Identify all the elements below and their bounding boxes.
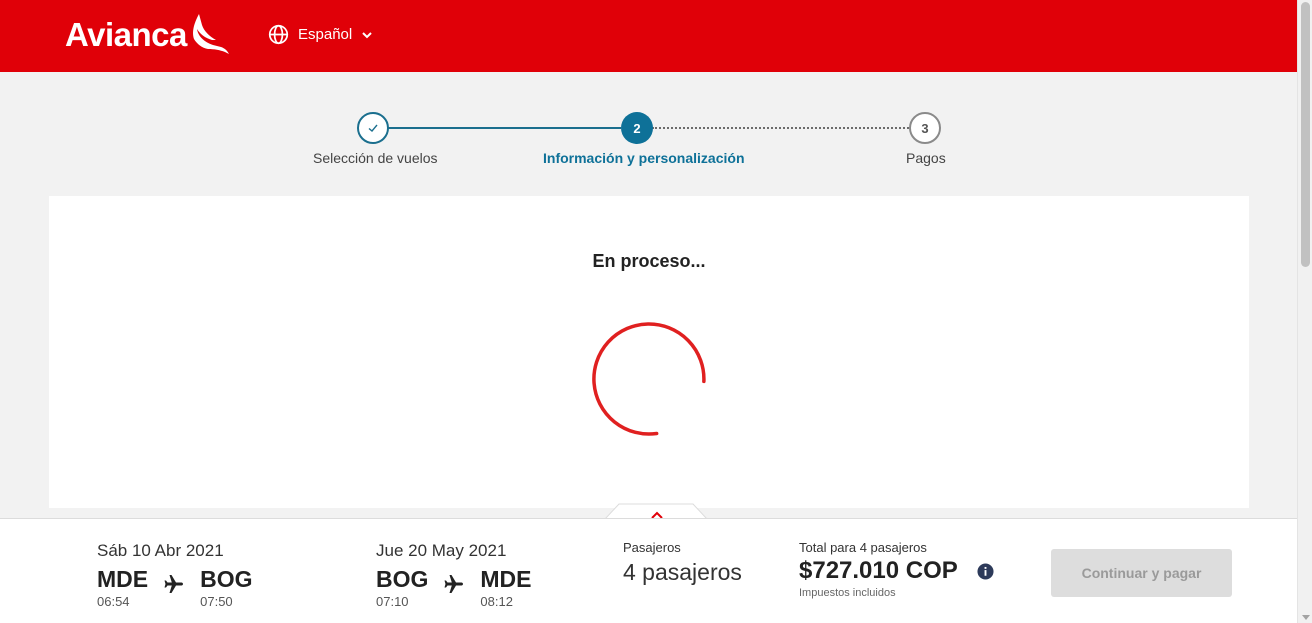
- airplane-icon: [444, 575, 464, 593]
- outbound-date: Sáb 10 Abr 2021: [97, 541, 224, 560]
- outbound-origin-code: MDE: [97, 566, 149, 592]
- outbound-arrival-time: 07:50: [200, 594, 233, 609]
- expand-summary-tab[interactable]: [605, 503, 707, 519]
- total-label: Total para 4 pasajeros: [799, 540, 927, 555]
- scroll-down-arrow-icon[interactable]: [1302, 615, 1310, 620]
- brand-name: Avianca: [65, 16, 187, 53]
- language-label: Español: [298, 26, 353, 43]
- check-icon: [368, 124, 378, 132]
- inbound-date: Jue 20 May 2021: [376, 541, 507, 560]
- outbound-flight: Sáb 10 Abr 2021 MDE 06:54 BOG 07:50: [97, 541, 253, 609]
- taxes-note: Impuestos incluidos: [799, 587, 896, 599]
- step-3-circle: 3: [909, 112, 941, 144]
- stepper-line-pending: [652, 127, 909, 129]
- inbound-arrival-time: 08:12: [480, 594, 513, 609]
- stepper-line-completed: [388, 127, 621, 129]
- globe-icon: [268, 24, 289, 45]
- step-2-circle: 2: [621, 112, 653, 144]
- step-1-circle[interactable]: [357, 112, 389, 144]
- step-1-label[interactable]: Selección de vuelos: [313, 150, 438, 166]
- chevron-down-icon: [362, 31, 372, 38]
- language-selector[interactable]: Español: [268, 24, 373, 45]
- booking-summary-bar: Sáb 10 Abr 2021 MDE 06:54 BOG 07:50 Jue …: [0, 518, 1297, 623]
- top-header: Avianca Español: [0, 0, 1297, 72]
- total-amount: $727.010 COP: [799, 557, 958, 584]
- step-3-label: Pagos: [906, 150, 946, 166]
- booking-stepper: 2 3 Selección de vuelos Información y pe…: [0, 110, 1297, 180]
- passengers-label: Pasajeros: [623, 540, 681, 555]
- info-icon[interactable]: [977, 562, 994, 580]
- continue-and-pay-button[interactable]: Continuar y pagar: [1051, 549, 1232, 597]
- loading-spinner-icon: [592, 322, 706, 436]
- page-scrollbar[interactable]: [1297, 0, 1312, 623]
- passengers-summary: Pasajeros 4 pasajeros: [623, 540, 742, 586]
- step-2-label: Información y personalización: [543, 150, 745, 166]
- inbound-flight: Jue 20 May 2021 BOG 07:10 MDE 08:12: [376, 541, 532, 609]
- processing-card: En proceso...: [49, 196, 1249, 508]
- outbound-departure-time: 06:54: [97, 594, 130, 609]
- outbound-destination-code: BOG: [200, 566, 253, 592]
- inbound-departure-time: 07:10: [376, 594, 409, 609]
- bird-logo-icon: [192, 14, 229, 54]
- avianca-logo[interactable]: Avianca: [65, 14, 229, 56]
- scrollbar-thumb[interactable]: [1301, 2, 1310, 267]
- passengers-count: 4 pasajeros: [623, 559, 742, 585]
- processing-title: En proceso...: [592, 251, 706, 271]
- price-summary: Total para 4 pasajeros $727.010 COP Impu…: [799, 540, 994, 599]
- airplane-icon: [164, 575, 184, 593]
- inbound-origin-code: BOG: [376, 566, 429, 592]
- inbound-destination-code: MDE: [480, 566, 532, 592]
